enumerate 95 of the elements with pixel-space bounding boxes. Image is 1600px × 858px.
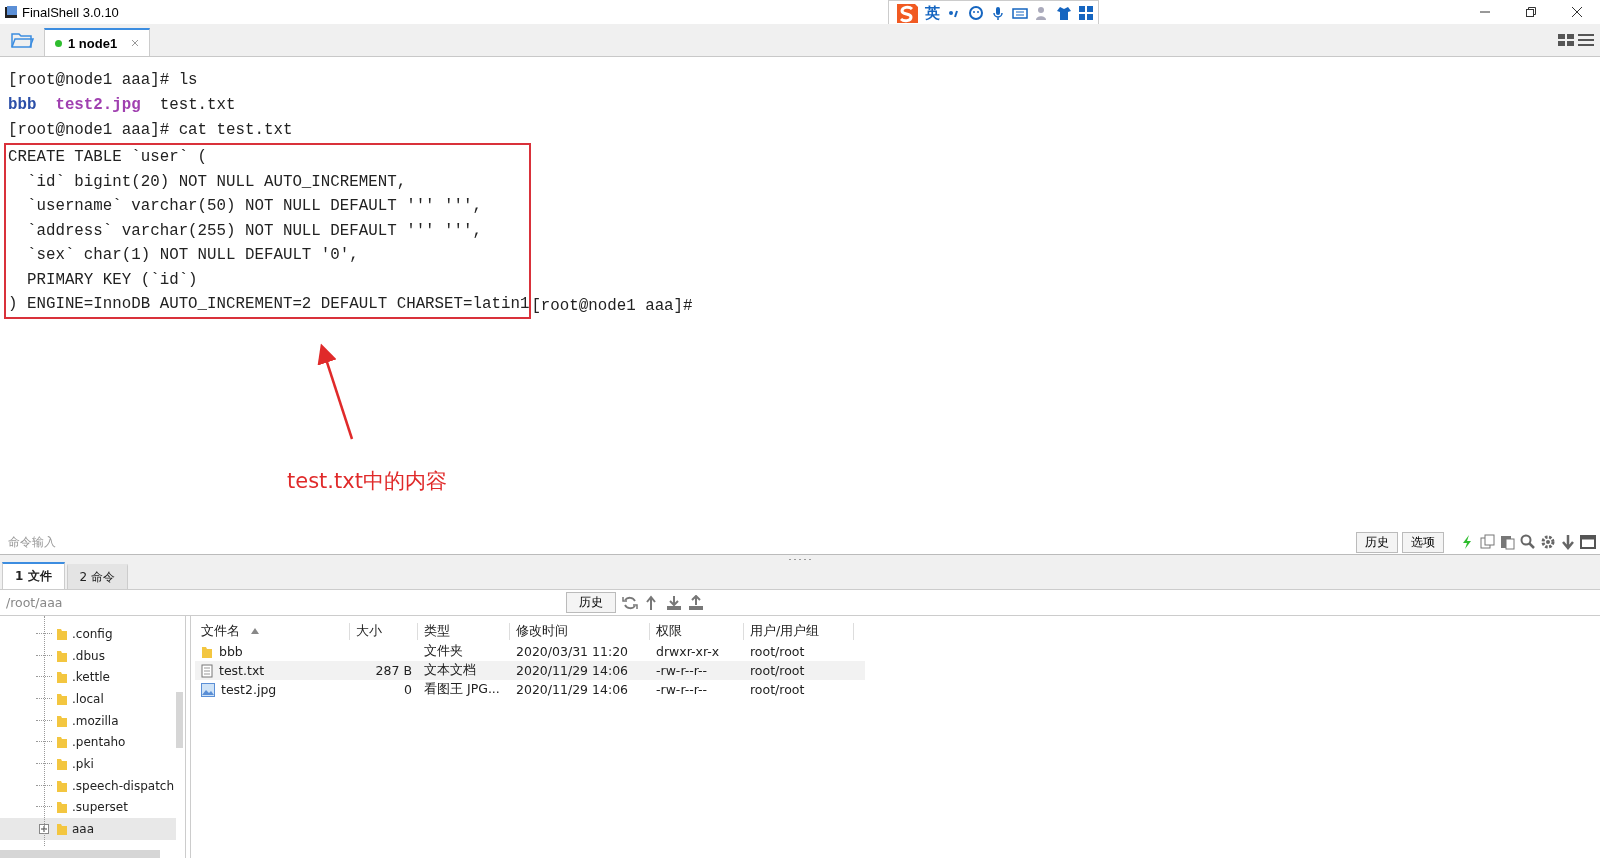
- folder-icon: [56, 670, 68, 685]
- table-cell: 2020/11/29 14:06: [516, 663, 629, 678]
- restore-icon[interactable]: [1525, 6, 1537, 18]
- download-icon[interactable]: [666, 594, 682, 611]
- table-cell: drwxr-xr-x: [656, 644, 720, 659]
- table-cell: 0: [404, 682, 412, 697]
- table-cell: root/root: [750, 644, 805, 659]
- expand-icon[interactable]: [39, 824, 49, 835]
- table-cell: 2020/03/31 11:20: [516, 644, 629, 659]
- file-name: bbb: [219, 644, 243, 659]
- terminal-line: PRIMARY KEY (`id`): [25, 269, 199, 291]
- terminal-line: [root@node1 aaa]# cat test.txt: [8, 120, 294, 141]
- table-cell: 文件夹: [424, 643, 463, 658]
- tree-item[interactable]: .dbus: [0, 644, 176, 667]
- search-icon[interactable]: [1520, 534, 1536, 550]
- refresh-icon[interactable]: [622, 594, 638, 611]
- menu-icon[interactable]: [1578, 33, 1594, 47]
- session-tab[interactable]: 1 node1: [44, 28, 151, 56]
- arrow-down-icon[interactable]: [1560, 534, 1576, 550]
- column-header[interactable]: 修改时间: [510, 622, 650, 640]
- table-cell: -rw-r--r--: [656, 682, 708, 697]
- scrollbar[interactable]: [176, 692, 183, 748]
- command-input[interactable]: 命令输入: [0, 535, 1352, 549]
- file-name: test2.jpg: [221, 682, 277, 697]
- keyboard-icon[interactable]: [1012, 5, 1028, 21]
- folder-icon: [56, 691, 68, 706]
- folder-icon: [56, 713, 68, 728]
- resize-grip-icon[interactable]: [788, 557, 812, 561]
- tree-item[interactable]: .pki: [0, 753, 176, 775]
- settings-icon[interactable]: [1540, 534, 1556, 550]
- upload-icon[interactable]: [688, 594, 704, 611]
- terminal-line: ) ENGINE=InnoDB AUTO_INCREMENT=2 DEFAULT CHARSET=latin1: [8, 294, 530, 315]
- toolbar-button[interactable]: 历史: [1356, 531, 1398, 553]
- panel-tab[interactable]: 2 命令: [66, 564, 128, 589]
- history-button[interactable]: 历史: [566, 592, 616, 613]
- close-icon[interactable]: [1571, 6, 1583, 18]
- table-cell: 287 B: [375, 663, 412, 678]
- maximize-icon[interactable]: [1580, 534, 1596, 550]
- input-mode-toggle[interactable]: 英: [925, 3, 940, 23]
- terminal-line: `address` varchar(255) NOT NULL DEFAULT ''' ''',: [25, 220, 483, 242]
- file-row[interactable]: test.txt 287 B 文本文档 2020/11/29 14:06 -rw-r--r-- root/root: [195, 661, 865, 680]
- emoji-icon[interactable]: [968, 5, 984, 21]
- tree-item[interactable]: .config: [0, 623, 176, 645]
- terminal-line: `username` varchar(50) NOT NULL DEFAULT ''' ''',: [25, 196, 483, 217]
- terminal-line: bbb test2.jpg test.txt: [8, 95, 237, 116]
- folder-icon: [56, 648, 68, 663]
- folder-icon: [56, 778, 68, 793]
- grid-view-icon[interactable]: [1558, 33, 1574, 47]
- table-cell: root/root: [750, 682, 805, 697]
- table-cell: 文本文档: [424, 662, 476, 677]
- terminal-line: CREATE TABLE `user` (: [8, 147, 209, 168]
- table-cell: -rw-r--r--: [656, 663, 708, 678]
- sort-ascending-icon[interactable]: [250, 626, 260, 635]
- shirt-icon[interactable]: [1056, 5, 1072, 21]
- tree-item[interactable]: .pentaho: [0, 731, 176, 754]
- column-header[interactable]: 大小: [350, 622, 418, 640]
- annotation-label: test.txt中的内容: [287, 468, 447, 495]
- folder-icon: [56, 735, 68, 750]
- grid-icon[interactable]: [1078, 5, 1094, 21]
- column-header[interactable]: 文件名: [195, 622, 350, 640]
- table-cell: 2020/11/29 14:06: [516, 682, 629, 697]
- tree-item[interactable]: .kettle: [0, 666, 176, 689]
- tree-item[interactable]: aaa: [0, 818, 176, 840]
- folder-icon: [56, 822, 68, 837]
- table-cell: root/root: [750, 663, 805, 678]
- tree-item[interactable]: .mozilla: [0, 709, 176, 732]
- file-row[interactable]: bbb 文件夹 2020/03/31 11:20 drwxr-xr-x root/root: [195, 642, 865, 661]
- tree-item[interactable]: .speech-dispatch: [0, 774, 176, 797]
- paste-icon[interactable]: [1500, 534, 1516, 550]
- microphone-icon[interactable]: [990, 5, 1006, 21]
- scrollbar[interactable]: [0, 850, 160, 858]
- document-icon: [201, 663, 213, 678]
- folder-open-icon[interactable]: [10, 30, 34, 50]
- tree-item[interactable]: .superset: [0, 796, 176, 819]
- column-header[interactable]: 类型: [418, 622, 510, 640]
- terminal-prompt: [root@node1 aaa]#: [531, 296, 693, 315]
- folder-icon: [56, 800, 68, 815]
- folder-icon: [56, 626, 68, 641]
- column-header[interactable]: 权限: [650, 622, 744, 640]
- terminal-line: `sex` char(1) NOT NULL DEFAULT '0',: [25, 245, 360, 266]
- panel-tab[interactable]: 1 文件: [2, 562, 65, 589]
- file-row[interactable]: test2.jpg 0 看图王 JPG... 2020/11/29 14:06 -rw-r--r-- root/root: [195, 680, 865, 699]
- folder-icon: [56, 756, 68, 771]
- tree-item[interactable]: .local: [0, 688, 176, 710]
- terminal-line: [root@node1 aaa]# ls: [8, 70, 199, 91]
- table-cell: 看图王 JPG...: [424, 681, 500, 696]
- column-header[interactable]: 用户/用户组: [744, 622, 854, 640]
- toolbar-button[interactable]: 选项: [1402, 531, 1444, 553]
- copy-icon[interactable]: [1480, 534, 1496, 550]
- folder-icon: [201, 644, 213, 659]
- file-name: test.txt: [219, 663, 265, 678]
- image-file-icon: [201, 682, 215, 697]
- app-icon: [4, 5, 18, 19]
- window-title: FinalShell 3.0.10: [22, 4, 119, 20]
- terminal-line: `id` bigint(20) NOT NULL AUTO_INCREMENT,: [25, 171, 408, 193]
